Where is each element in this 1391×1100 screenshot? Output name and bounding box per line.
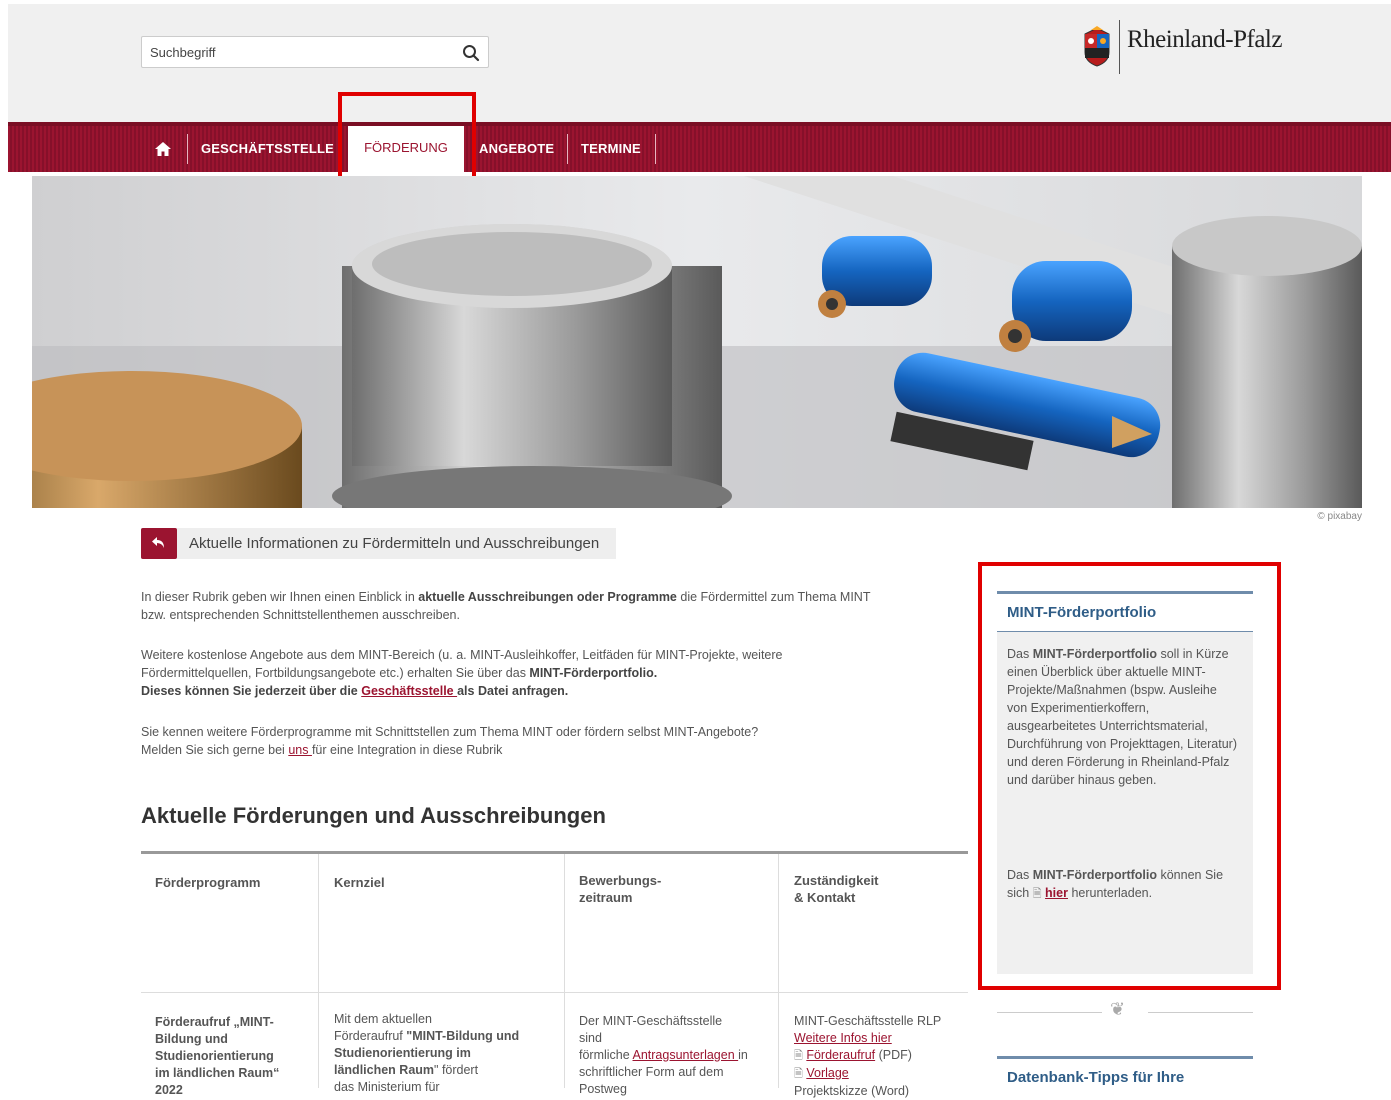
nav-item-angebote[interactable]: ANGEBOTE [479,126,554,172]
logo-separator [1119,20,1120,74]
foerderaufruf-pdf-link[interactable]: Förderaufruf [806,1048,875,1062]
pdf-file-icon: 🗎 [794,1050,803,1062]
search-input[interactable] [150,37,450,67]
coat-of-arms-icon [1084,26,1110,67]
intro-paragraph-1: In dieser Rubrik geben wir Ihnen einen E… [141,590,871,622]
search-icon[interactable] [462,44,480,62]
table-cell-program: Förderaufruf „MINT- Bildung und Studieno… [155,1015,280,1097]
table-cell-goal: Mit dem aktuellen Förderaufruf "MINT-Bil… [334,1012,520,1094]
contact-name: MINT-Geschäftsstelle RLP [794,1014,942,1028]
more-info-link[interactable]: Weitere Infos hier [794,1031,892,1045]
table-cell-contact: MINT-Geschäftsstelle RLP Weitere Infos h… [794,1014,942,1098]
nav-item-termine[interactable]: TERMINE [581,126,641,172]
main-navigation: GESCHÄFTSSTELLE FÖRDERUNG ANGEBOTE TERMI… [8,122,1391,176]
back-bar-label: Aktuelle Informationen zu Fördermitteln … [189,535,600,552]
table-top-border [141,851,968,854]
nav-divider [567,134,568,164]
nav-divider [187,134,188,164]
table-column-divider [564,854,565,1088]
table-column-divider [318,854,319,1088]
table-column-divider [778,854,779,1088]
contact-us-link[interactable]: uns [288,743,312,757]
vorlage-link[interactable]: Vorlage [806,1066,848,1080]
home-icon[interactable] [155,142,171,156]
ornament-divider-left [997,1012,1102,1013]
table-row-divider [141,992,968,993]
highlight-box-sidebar [978,562,1281,990]
projektskizze-text: Projektskizze (Word) [794,1084,910,1098]
return-arrow-icon [152,537,164,548]
table-header-foerderprogramm: Förderprogramm [155,875,261,890]
table-header-zustaendigkeit: Zuständigkeit & Kontakt [794,873,879,905]
nav-item-geschaeftsstelle[interactable]: GESCHÄFTSSTELLE [201,126,334,172]
ornament-icon: ❦ [1110,999,1126,1019]
sidebar-datenbank-title: Datenbank-Tipps für Ihre [1007,1069,1185,1086]
section-title: Aktuelle Förderungen und Ausschreibungen [141,803,606,828]
highlight-box-nav [338,92,476,184]
nav-divider [655,134,656,164]
sidebar-datenbank-border [997,1056,1253,1059]
back-button[interactable] [141,528,177,559]
ornament-divider-right [1148,1012,1253,1013]
intro-paragraph-2: Weitere kostenlose Angebote aus dem MINT… [141,648,783,698]
table-cell-period: Der MINT-Geschäftsstelle sind förmliche … [579,1014,748,1096]
geschaeftsstelle-link[interactable]: Geschäftsstelle [361,684,457,698]
table-header-bewerbungszeitraum: Bewerbungs- zeitraum [579,873,662,905]
word-file-icon: 🗎 [794,1068,803,1080]
rlp-logo-text[interactable]: Rheinland-Pfalz [1127,26,1282,54]
hero-image-coins-pens [32,176,1362,508]
antragsunterlagen-link[interactable]: Antragsunterlagen [633,1048,739,1062]
search-box[interactable] [141,36,489,68]
table-header-kernziel: Kernziel [334,875,385,890]
image-credit: © pixabay [1317,511,1362,522]
intro-paragraph-3: Sie kennen weitere Förderprogramme mit S… [141,725,759,757]
